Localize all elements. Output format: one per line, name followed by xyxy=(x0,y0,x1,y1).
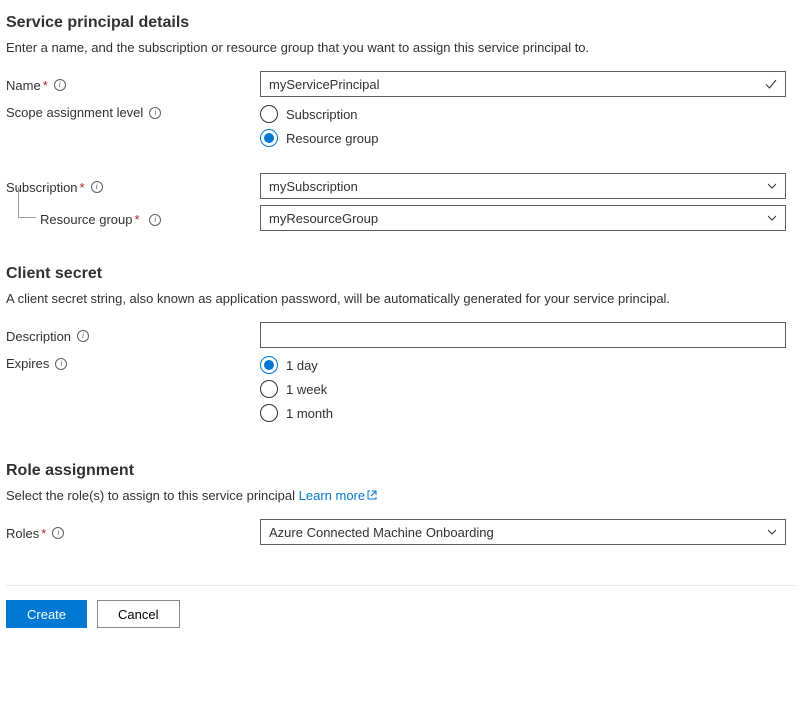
name-input[interactable] xyxy=(260,71,786,97)
section-desc-role: Select the role(s) to assign to this ser… xyxy=(6,488,796,503)
subscription-label: Subscription* i xyxy=(6,178,260,195)
radio-label: 1 day xyxy=(286,358,318,373)
section-heading-secret: Client secret xyxy=(6,265,796,283)
resource-group-label-text: Resource group xyxy=(40,212,133,227)
section-desc-secret: A client secret string, also known as ap… xyxy=(6,291,796,306)
radio-icon xyxy=(260,380,278,398)
learn-more-text: Learn more xyxy=(299,488,365,503)
create-button[interactable]: Create xyxy=(6,600,87,628)
info-icon[interactable]: i xyxy=(54,79,66,91)
scope-radio-subscription[interactable]: Subscription xyxy=(260,105,786,123)
scope-radio-resource-group[interactable]: Resource group xyxy=(260,129,786,147)
resource-group-label: Resource group* i xyxy=(40,212,161,227)
section-heading-sp: Service principal details xyxy=(6,14,796,32)
section-heading-role: Role assignment xyxy=(6,462,796,480)
info-icon[interactable]: i xyxy=(149,214,161,226)
required-asterisk: * xyxy=(135,212,140,227)
radio-label: 1 week xyxy=(286,382,327,397)
info-icon[interactable]: i xyxy=(55,358,67,370)
info-icon[interactable]: i xyxy=(149,107,161,119)
name-label: Name* i xyxy=(6,76,260,93)
external-link-icon xyxy=(367,490,377,500)
cancel-button[interactable]: Cancel xyxy=(97,600,179,628)
radio-label: Subscription xyxy=(286,107,358,122)
required-asterisk: * xyxy=(43,78,48,93)
radio-icon xyxy=(260,105,278,123)
radio-icon xyxy=(260,404,278,422)
description-label-text: Description xyxy=(6,329,71,344)
info-icon[interactable]: i xyxy=(52,527,64,539)
scope-label-text: Scope assignment level xyxy=(6,105,143,120)
subscription-dropdown[interactable] xyxy=(260,173,786,199)
footer-actions: Create Cancel xyxy=(6,600,796,628)
expires-radio-1month[interactable]: 1 month xyxy=(260,404,786,422)
info-icon[interactable]: i xyxy=(91,181,103,193)
required-asterisk: * xyxy=(41,526,46,541)
section-desc-sp: Enter a name, and the subscription or re… xyxy=(6,40,796,55)
radio-icon xyxy=(260,129,278,147)
info-icon[interactable]: i xyxy=(77,330,89,342)
radio-label: Resource group xyxy=(286,131,379,146)
subscription-label-text: Subscription xyxy=(6,180,78,195)
role-desc-text: Select the role(s) to assign to this ser… xyxy=(6,488,299,503)
tree-connector-icon xyxy=(10,207,40,231)
roles-label: Roles* i xyxy=(6,524,260,541)
expires-radio-1week[interactable]: 1 week xyxy=(260,380,786,398)
radio-icon xyxy=(260,356,278,374)
roles-dropdown[interactable] xyxy=(260,519,786,545)
footer-separator xyxy=(6,585,796,586)
radio-label: 1 month xyxy=(286,406,333,421)
resource-group-dropdown[interactable] xyxy=(260,205,786,231)
description-label: Description i xyxy=(6,327,260,344)
name-label-text: Name xyxy=(6,78,41,93)
expires-radio-1day[interactable]: 1 day xyxy=(260,356,786,374)
learn-more-link[interactable]: Learn more xyxy=(299,488,377,503)
scope-label: Scope assignment level i xyxy=(6,103,260,120)
expires-label-text: Expires xyxy=(6,356,49,371)
description-input[interactable] xyxy=(260,322,786,348)
expires-label: Expires i xyxy=(6,354,260,371)
required-asterisk: * xyxy=(80,180,85,195)
roles-label-text: Roles xyxy=(6,526,39,541)
